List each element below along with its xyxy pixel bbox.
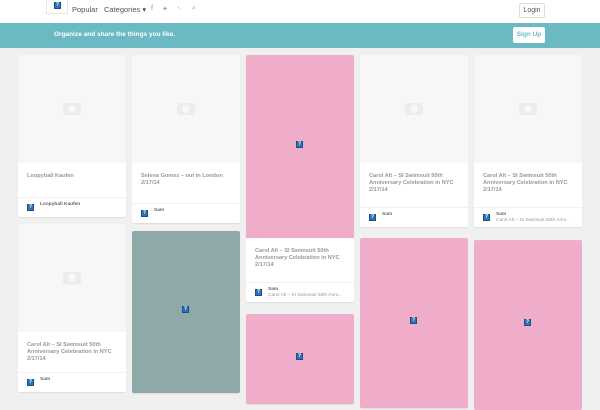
pin-image[interactable]: ? [474, 240, 582, 410]
pin-card[interactable]: Carol Alt – SI Swimsuit 50th Anniversary… [360, 55, 468, 227]
pin-title[interactable]: Carol Alt – SI Swimsuit 50th Anniversary… [360, 163, 468, 207]
twitter-icon[interactable]: ✦ [162, 5, 168, 13]
banner-message: Organize and share the things you like. [54, 31, 175, 38]
pin-title[interactable]: Carol Alt – SI Swimsuit 50th Anniversary… [474, 163, 582, 207]
top-navbar: ? Popular Categories ▾ f ✦ ◝ ⌕ Login [0, 0, 600, 23]
pin-board[interactable]: Carol Alt – SI Swimsuit 50th Anni... [496, 218, 570, 223]
broken-image-icon: ? [524, 319, 531, 326]
logo-icon: ? [54, 2, 61, 9]
camera-icon [177, 103, 195, 115]
avatar[interactable]: ? [369, 214, 376, 221]
facebook-icon[interactable]: f [151, 5, 153, 12]
pin-image[interactable] [360, 55, 468, 163]
rss-icon[interactable]: ◝ [177, 5, 180, 13]
pin-image[interactable] [18, 55, 126, 163]
search-icon[interactable]: ⌕ [192, 5, 196, 13]
pin-image[interactable] [132, 55, 240, 163]
nav-popular[interactable]: Popular [72, 5, 98, 14]
camera-icon [63, 272, 81, 284]
login-button[interactable]: Login [519, 3, 545, 18]
pin-card[interactable]: ? Carol Alt – SI Swimsuit 50th Anniversar… [246, 55, 354, 302]
pin-footer: ? Sam [360, 207, 468, 227]
camera-icon [63, 103, 81, 115]
avatar[interactable]: ? [141, 210, 148, 217]
pin-title[interactable]: Carol Alt – SI Swimsuit 50th Anniversary… [18, 332, 126, 372]
pin-footer: ? Sam Carol Alt – SI Swimsuit 50th Anni... [246, 282, 354, 302]
pin-image[interactable] [18, 224, 126, 332]
avatar[interactable]: ? [255, 289, 262, 296]
avatar[interactable]: ? [27, 204, 34, 211]
broken-image-icon: ? [296, 140, 303, 148]
broken-image-icon: ? [410, 317, 417, 324]
site-logo[interactable]: ? [46, 0, 68, 14]
pin-board[interactable]: Carol Alt – SI Swimsuit 50th Anni... [268, 293, 342, 298]
pin-author[interactable]: Sam [40, 377, 50, 382]
pin-author[interactable]: Sam [496, 212, 506, 217]
pin-image[interactable]: ? [360, 238, 468, 408]
pin-image[interactable]: ? [246, 55, 354, 238]
pin-author[interactable]: Loopyball Kaufen [40, 202, 80, 207]
pin-author[interactable]: Sam [154, 208, 164, 213]
pin-author[interactable]: Sam [268, 287, 278, 292]
pin-footer: ? Sam [18, 372, 126, 392]
pin-image[interactable]: ? [246, 314, 354, 404]
pin-card[interactable]: ? [360, 238, 468, 408]
signup-button[interactable]: Sign Up [513, 27, 545, 43]
pin-image[interactable]: ? [132, 231, 240, 393]
pin-footer: ? Sam [132, 203, 240, 223]
pin-card[interactable]: Carol Alt – SI Swimsuit 50th Anniversary… [474, 55, 582, 227]
avatar[interactable]: ? [27, 379, 34, 386]
avatar[interactable]: ? [483, 214, 490, 221]
pin-card[interactable]: ? [474, 240, 582, 410]
pin-title[interactable]: Loopyball Kaufen [18, 163, 126, 197]
pin-card[interactable]: ? [132, 231, 240, 393]
pin-footer: ? Sam Carol Alt – SI Swimsuit 50th Anni... [474, 207, 582, 227]
camera-icon [405, 103, 423, 115]
pin-title[interactable]: Carol Alt – SI Swimsuit 50th Anniversary… [246, 238, 354, 282]
pin-footer: ? Loopyball Kaufen [18, 197, 126, 217]
nav-categories[interactable]: Categories ▾ [104, 5, 146, 14]
camera-icon [519, 103, 537, 115]
pin-author[interactable]: Sam [382, 212, 392, 217]
pin-card[interactable]: Selena Gomez – out in London 2/17/14? Sam [132, 55, 240, 223]
broken-image-icon: ? [296, 353, 303, 360]
pin-card[interactable]: ? [246, 314, 354, 404]
pin-title[interactable]: Selena Gomez – out in London 2/17/14 [132, 163, 240, 203]
signup-banner: Organize and share the things you like. … [0, 23, 600, 48]
pin-image[interactable] [474, 55, 582, 163]
pin-card[interactable]: Loopyball Kaufen? Loopyball Kaufen [18, 55, 126, 217]
broken-image-icon: ? [182, 306, 189, 313]
pin-card[interactable]: Carol Alt – SI Swimsuit 50th Anniversary… [18, 224, 126, 392]
